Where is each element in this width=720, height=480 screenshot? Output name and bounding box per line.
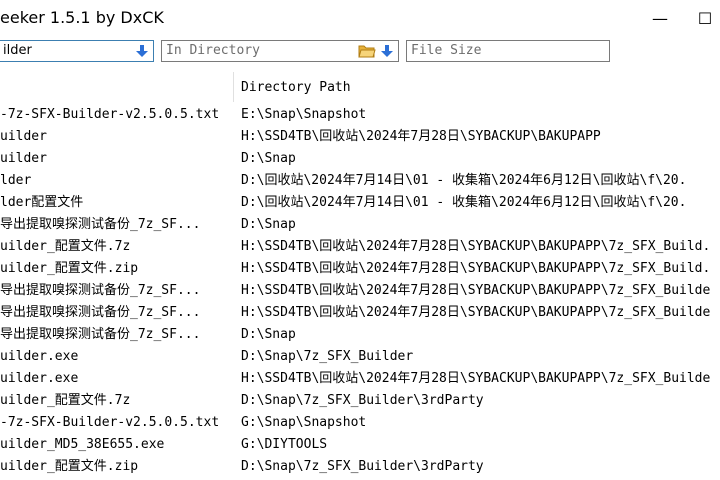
directory-path-cell: G:\Snap\Snapshot (241, 415, 367, 430)
results-header (0, 72, 720, 104)
directory-path-cell: D:\Snap (241, 217, 296, 232)
search-input[interactable]: ilder (0, 40, 154, 62)
folder-open-icon[interactable] (358, 43, 376, 59)
table-row[interactable]: uilder H:\SSD4TB\回收站\2024年7月28日\SYBACKUP… (0, 126, 720, 148)
file-name-cell: uilder_配置文件.7z (0, 393, 131, 408)
table-row[interactable]: -7z-SFX-Builder-v2.5.0.5.txt E:\Snap\Sna… (0, 104, 720, 126)
directory-path-cell: D:\Snap\7z_SFX_Builder\3rdParty (241, 393, 484, 408)
directory-path-cell: H:\SSD4TB\回收站\2024年7月28日\SYBACKUP\BAKUPA… (241, 371, 711, 386)
file-name-cell: 导出提取嗅探测试备份_7z_SF... (0, 217, 201, 232)
minimize-button[interactable]: — (645, 6, 675, 30)
window-title: eeker 1.5.1 by DxCK (0, 8, 164, 27)
title-bar: eeker 1.5.1 by DxCK — ☐ (0, 0, 720, 36)
directory-path-cell: D:\回收站\2024年7月14日\01 - 收集箱\2024年6月12日\回收… (241, 173, 687, 188)
table-row[interactable]: uilder.exe D:\Snap\7z_SFX_Builder (0, 346, 720, 368)
file-name-cell: uilder.exe (0, 349, 79, 364)
file-name-cell: uilder (0, 129, 47, 144)
file-name-cell: uilder_配置文件.zip (0, 459, 139, 474)
search-toolbar: ilder In Directory File Size ? (0, 36, 720, 99)
directory-path-cell: H:\SSD4TB\回收站\2024年7月28日\SYBACKUP\BAKUPA… (241, 283, 711, 298)
file-name-cell: uilder (0, 151, 47, 166)
table-row[interactable]: uilder_配置文件.7z D:\Snap\7z_SFX_Builder\3r… (0, 390, 720, 412)
file-name-cell: lder配置文件 (0, 195, 84, 210)
directory-path-cell: D:\Snap (241, 151, 296, 166)
directory-path-cell: D:\回收站\2024年7月14日\01 - 收集箱\2024年6月12日\回收… (241, 195, 687, 210)
maximize-icon: ☐ (697, 8, 713, 28)
table-row[interactable]: 导出提取嗅探测试备份_7z_SF... D:\Snap (0, 324, 720, 346)
file-name-cell: lder (0, 173, 32, 188)
directory-path-cell: D:\Snap\7z_SFX_Builder (241, 349, 414, 364)
directory-path-cell: H:\SSD4TB\回收站\2024年7月28日\SYBACKUP\BAKUPA… (241, 261, 711, 276)
column-header-directory-path[interactable]: Directory Path (241, 80, 351, 95)
table-row[interactable]: uilder_MD5_38E655.exe G:\DIYTOOLS (0, 434, 720, 456)
table-row[interactable]: uilder_配置文件.7z H:\SSD4TB\回收站\2024年7月28日\… (0, 236, 720, 258)
directory-path-cell: H:\SSD4TB\回收站\2024年7月28日\SYBACKUP\BAKUPA… (241, 305, 711, 320)
table-row[interactable]: uilder D:\Snap (0, 148, 720, 170)
file-name-cell: 导出提取嗅探测试备份_7z_SF... (0, 327, 201, 342)
file-name-cell: uilder_配置文件.zip (0, 261, 139, 276)
minimize-icon: — (652, 8, 668, 28)
file-size-input[interactable]: File Size (406, 40, 610, 62)
directory-path-cell: H:\SSD4TB\回收站\2024年7月28日\SYBACKUP\BAKUPA… (241, 239, 711, 254)
file-name-cell: 导出提取嗅探测试备份_7z_SF... (0, 305, 201, 320)
table-row[interactable]: uilder_配置文件.zip D:\Snap\7z_SFX_Builder\3… (0, 456, 720, 478)
table-row[interactable]: uilder.exe H:\SSD4TB\回收站\2024年7月28日\SYBA… (0, 368, 720, 390)
directory-input[interactable]: In Directory (161, 40, 399, 62)
table-row[interactable]: 导出提取嗅探测试备份_7z_SF... H:\SSD4TB\回收站\2024年7… (0, 302, 720, 324)
table-row[interactable]: lder配置文件 D:\回收站\2024年7月14日\01 - 收集箱\2024… (0, 192, 720, 214)
directory-path-cell: D:\Snap\7z_SFX_Builder\3rdParty (241, 459, 484, 474)
table-row[interactable]: 导出提取嗅探测试备份_7z_SF... H:\SSD4TB\回收站\2024年7… (0, 280, 720, 302)
directory-path-cell: E:\Snap\Snapshot (241, 107, 367, 122)
directory-dropdown-arrow-icon[interactable] (380, 43, 394, 59)
file-name-cell: -7z-SFX-Builder-v2.5.0.5.txt (0, 107, 220, 122)
table-row[interactable]: -7z-SFX-Builder-v2.5.0.5.txt G:\Snap\Sna… (0, 412, 720, 434)
table-row[interactable]: 导出提取嗅探测试备份_7z_SF... D:\Snap (0, 214, 720, 236)
search-dropdown-arrow-icon[interactable] (135, 43, 149, 59)
file-name-cell: uilder.exe (0, 371, 79, 386)
directory-path-cell: H:\SSD4TB\回收站\2024年7月28日\SYBACKUP\BAKUPA… (241, 129, 601, 144)
file-name-cell: uilder_配置文件.7z (0, 239, 131, 254)
directory-path-cell: G:\DIYTOOLS (241, 437, 328, 452)
file-name-cell: 导出提取嗅探测试备份_7z_SF... (0, 283, 201, 298)
column-divider[interactable] (233, 72, 234, 102)
maximize-button[interactable]: ☐ (690, 6, 720, 30)
table-row[interactable]: lder D:\回收站\2024年7月14日\01 - 收集箱\2024年6月1… (0, 170, 720, 192)
table-row[interactable]: uilder_配置文件.zip H:\SSD4TB\回收站\2024年7月28日… (0, 258, 720, 280)
directory-path-cell: D:\Snap (241, 327, 296, 342)
file-name-cell: uilder_MD5_38E655.exe (0, 437, 165, 452)
file-name-cell: -7z-SFX-Builder-v2.5.0.5.txt (0, 415, 220, 430)
